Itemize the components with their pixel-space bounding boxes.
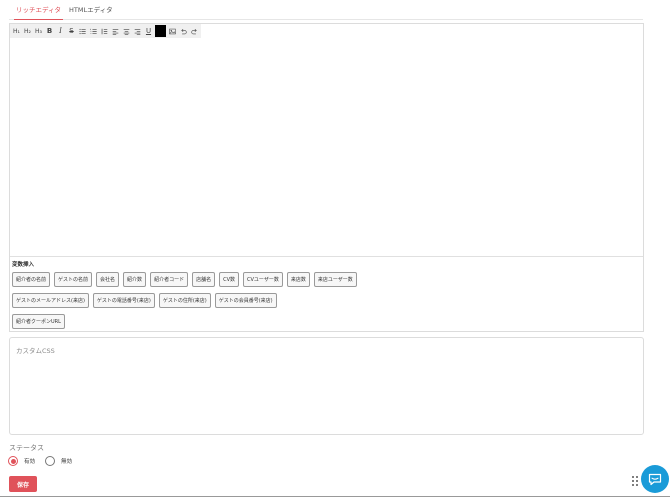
var-guest-phone-button[interactable]: ゲストの電話番号(来店) — [92, 293, 155, 308]
status-enabled-label[interactable]: 有効 — [24, 457, 35, 465]
align-center-button[interactable] — [121, 25, 132, 37]
redo-button[interactable] — [189, 25, 200, 37]
var-guest-member-number-button[interactable]: ゲストの会員番号(来店) — [214, 293, 277, 308]
variable-insert-panel: 変数挿入 紹介者の名前 ゲストの名前 会社名 紹介数 紹介者コード 店舗名 CV… — [10, 256, 643, 331]
undo-icon — [181, 28, 187, 34]
var-cv-user-count-button[interactable]: CVユーザー数 — [243, 272, 283, 287]
text-color-button[interactable] — [155, 25, 166, 37]
image-icon — [169, 28, 176, 34]
chat-bubble-icon — [648, 473, 662, 486]
ordered-list-button[interactable] — [88, 25, 99, 37]
var-guest-address-button[interactable]: ゲストの住所(来店) — [158, 293, 211, 308]
status-radio-group: 有効 無効 — [8, 456, 82, 466]
save-button[interactable]: 保存 — [9, 476, 37, 492]
editor-content-area[interactable] — [10, 38, 643, 256]
var-referral-count-button[interactable]: 紹介数 — [123, 272, 147, 287]
custom-css-placeholder: カスタムCSS — [16, 347, 55, 355]
variable-row-1: 紹介者の名前 ゲストの名前 会社名 紹介数 紹介者コード 店舗名 CV数 CVユ… — [12, 272, 357, 287]
underline-button[interactable]: U — [143, 25, 154, 37]
var-referrer-code-button[interactable]: 紹介者コード — [150, 272, 189, 287]
variable-row-2: ゲストのメールアドレス(来店) ゲストの電話番号(来店) ゲストの住所(来店) … — [12, 293, 277, 308]
tab-rich-editor[interactable]: リッチエディタ — [14, 6, 64, 20]
radio-dot — [10, 458, 16, 464]
ordered-list-icon — [90, 28, 97, 34]
variable-insert-title: 変数挿入 — [12, 262, 35, 268]
heading-2-button[interactable]: H₂ — [22, 25, 33, 37]
editor-toolbar: H₁ H₂ H₃ B I S U — [10, 24, 201, 38]
blockquote-icon — [101, 28, 108, 34]
custom-css-textarea[interactable]: カスタムCSS — [9, 337, 644, 435]
bullet-list-button[interactable] — [77, 25, 88, 37]
editor-tabs: リッチエディタ HTMLエディタ — [9, 0, 643, 20]
tab-html-editor[interactable]: HTMLエディタ — [69, 6, 113, 20]
var-visit-count-button[interactable]: 来店数 — [286, 272, 310, 287]
drag-handle-icon[interactable] — [632, 476, 640, 486]
align-left-button[interactable] — [110, 25, 121, 37]
italic-button[interactable]: I — [55, 25, 66, 37]
undo-button[interactable] — [178, 25, 189, 37]
strikethrough-button[interactable]: S — [66, 25, 77, 37]
var-company-name-button[interactable]: 会社名 — [96, 272, 120, 287]
var-cv-count-button[interactable]: CV数 — [219, 272, 240, 287]
var-referrer-coupon-url-button[interactable]: 紹介者クーポンURL — [12, 314, 65, 329]
status-disabled-radio[interactable] — [45, 456, 56, 466]
var-referrer-name-button[interactable]: 紹介者の名前 — [12, 272, 51, 287]
status-enabled-radio[interactable] — [8, 456, 18, 466]
align-right-button[interactable] — [132, 25, 143, 37]
variable-row-3: 紹介者クーポンURL — [12, 314, 65, 329]
align-left-icon — [112, 28, 119, 35]
bullet-list-icon — [79, 28, 86, 34]
align-right-icon — [134, 28, 141, 35]
chat-widget-button[interactable] — [641, 465, 669, 493]
bold-button[interactable]: B — [44, 25, 55, 37]
blockquote-button[interactable] — [99, 25, 110, 37]
var-store-name-button[interactable]: 店舗名 — [192, 272, 216, 287]
heading-3-button[interactable]: H₃ — [33, 25, 44, 37]
status-disabled-label[interactable]: 無効 — [61, 457, 72, 465]
redo-icon — [191, 28, 197, 34]
align-center-icon — [123, 28, 130, 35]
heading-1-button[interactable]: H₁ — [11, 25, 22, 37]
var-guest-name-button[interactable]: ゲストの名前 — [54, 272, 93, 287]
var-visit-user-count-button[interactable]: 来店ユーザー数 — [313, 272, 357, 287]
var-guest-email-button[interactable]: ゲストのメールアドレス(来店) — [12, 293, 89, 308]
status-label: ステータス — [9, 444, 44, 452]
image-button[interactable] — [167, 25, 178, 37]
rich-text-editor: H₁ H₂ H₃ B I S U 変数挿入 紹介者の名前 ゲストの名前 会社名 … — [9, 23, 644, 332]
